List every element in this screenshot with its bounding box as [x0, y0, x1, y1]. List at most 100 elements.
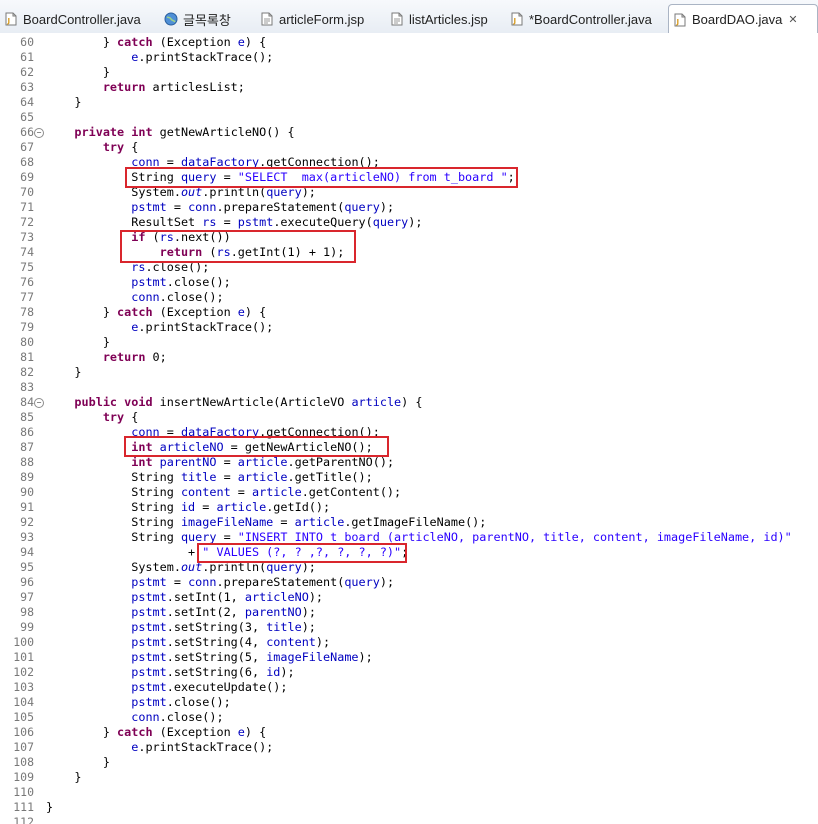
close-tab-icon[interactable]: ✕ — [788, 13, 797, 26]
code-token: try — [102, 410, 125, 424]
code-token: int — [131, 455, 153, 469]
code-line[interactable]: 88 int parentNO = article.getParentNO(); — [0, 455, 818, 470]
code-text: String content = article.getContent(); — [46, 485, 401, 500]
code-token: ) { — [401, 395, 423, 409]
code-line[interactable]: 64 } — [0, 95, 818, 110]
line-number: 75 — [20, 260, 34, 274]
code-line[interactable]: 80 } — [0, 335, 818, 350]
code-line[interactable]: 95 System.out.println(query); — [0, 560, 818, 575]
code-line[interactable]: 108 } — [0, 755, 818, 770]
code-line[interactable]: 62 } — [0, 65, 818, 80]
code-token: e — [237, 725, 245, 739]
code-line[interactable]: 61 e.printStackTrace(); — [0, 50, 818, 65]
tab-board-controller[interactable]: J BoardController.java — [0, 5, 152, 33]
code-token: = — [216, 215, 238, 229]
code-text: rs.close(); — [46, 260, 209, 275]
tab-list-articles[interactable]: listArticles.jsp — [386, 5, 504, 33]
code-token: .executeQuery( — [273, 215, 373, 229]
code-line[interactable]: 73 if (rs.next()) — [0, 230, 818, 245]
code-line[interactable]: 109 } — [0, 770, 818, 785]
code-token: ); — [358, 650, 373, 664]
code-line[interactable]: 91 String id = article.getId(); — [0, 500, 818, 515]
code-line[interactable]: 92 String imageFileName = article.getIma… — [0, 515, 818, 530]
fold-collapse-icon[interactable]: − — [34, 398, 44, 408]
code-editor[interactable]: 60 } catch (Exception e) {61 e.printStac… — [0, 33, 818, 824]
code-line[interactable]: 101 pstmt.setString(5, imageFileName); — [0, 650, 818, 665]
code-line[interactable]: 69 String query = "SELECT max(articleNO)… — [0, 170, 818, 185]
code-line[interactable]: 89 String title = article.getTitle(); — [0, 470, 818, 485]
code-line[interactable]: 79 e.printStackTrace(); — [0, 320, 818, 335]
code-text: } — [46, 95, 81, 110]
code-token: .getInt(1) + 1); — [230, 245, 345, 259]
code-line[interactable]: 99 pstmt.setString(3, title); — [0, 620, 818, 635]
code-line[interactable]: 83 — [0, 380, 818, 395]
code-line[interactable]: 103 pstmt.executeUpdate(); — [0, 680, 818, 695]
code-line[interactable]: 112 — [0, 815, 818, 824]
code-line[interactable]: 84− public void insertNewArticle(Article… — [0, 395, 818, 410]
code-line[interactable]: 74 return (rs.getInt(1) + 1); — [0, 245, 818, 260]
code-token: articleNO — [244, 590, 309, 604]
code-line[interactable]: 67 try { — [0, 140, 818, 155]
code-line[interactable]: 86 conn = dataFactory.getConnection(); — [0, 425, 818, 440]
tab-label: BoardController.java — [23, 11, 141, 27]
code-token: ; — [401, 545, 409, 559]
code-text: } catch (Exception e) { — [46, 725, 266, 740]
code-line[interactable]: 72 ResultSet rs = pstmt.executeQuery(que… — [0, 215, 818, 230]
code-token: rs — [131, 260, 146, 274]
code-line[interactable]: 90 String content = article.getContent()… — [0, 485, 818, 500]
tab-board-controller-modified[interactable]: J *BoardController.java — [506, 5, 666, 33]
code-line[interactable]: 81 return 0; — [0, 350, 818, 365]
code-line[interactable]: 63 return articlesList; — [0, 80, 818, 95]
code-line[interactable]: 87 int articleNO = getNewArticleNO(); — [0, 440, 818, 455]
code-line[interactable]: 93 String query = "INSERT INTO t_board (… — [0, 530, 818, 545]
code-line[interactable]: 70 System.out.println(query); — [0, 185, 818, 200]
code-token: { — [124, 140, 139, 154]
code-text: pstmt.setString(3, title); — [46, 620, 316, 635]
code-token: article — [251, 485, 302, 499]
code-line[interactable]: 65 — [0, 110, 818, 125]
svg-text:J: J — [676, 18, 680, 26]
code-token: query — [266, 185, 302, 199]
code-line[interactable]: 76 pstmt.close(); — [0, 275, 818, 290]
code-line[interactable]: 102 pstmt.setString(6, id); — [0, 665, 818, 680]
code-line[interactable]: 75 rs.close(); — [0, 260, 818, 275]
code-line[interactable]: 111} — [0, 800, 818, 815]
code-text: } catch (Exception e) { — [46, 35, 266, 50]
line-number: 91 — [20, 500, 34, 514]
code-line[interactable]: 104 pstmt.close(); — [0, 695, 818, 710]
line-number: 104 — [13, 695, 34, 709]
code-line[interactable]: 82 } — [0, 365, 818, 380]
code-token: ) { — [244, 35, 267, 49]
tab-browser-list[interactable]: 글목록창 — [160, 5, 248, 33]
code-line[interactable]: 98 pstmt.setInt(2, parentNO); — [0, 605, 818, 620]
code-line[interactable]: 100 pstmt.setString(4, content); — [0, 635, 818, 650]
tab-article-form[interactable]: articleForm.jsp — [256, 5, 384, 33]
code-token: id — [266, 665, 281, 679]
code-line[interactable]: 110 — [0, 785, 818, 800]
code-text: pstmt.close(); — [46, 275, 230, 290]
code-line[interactable]: 105 conn.close(); — [0, 710, 818, 725]
fold-collapse-icon[interactable]: − — [34, 128, 44, 138]
tab-board-dao[interactable]: J BoardDAO.java ✕ — [668, 4, 818, 34]
code-text: e.printStackTrace(); — [46, 50, 273, 65]
code-token: String — [46, 530, 181, 544]
java-file-icon: J — [5, 12, 17, 26]
code-line[interactable]: 60 } catch (Exception e) { — [0, 35, 818, 50]
code-line[interactable]: 78 } catch (Exception e) { — [0, 305, 818, 320]
code-token: .close(); — [159, 290, 224, 304]
code-line[interactable]: 97 pstmt.setInt(1, articleNO); — [0, 590, 818, 605]
code-line[interactable]: 96 pstmt = conn.prepareStatement(query); — [0, 575, 818, 590]
code-line[interactable]: 77 conn.close(); — [0, 290, 818, 305]
code-line[interactable]: 71 pstmt = conn.prepareStatement(query); — [0, 200, 818, 215]
code-text: if (rs.next()) — [46, 230, 230, 245]
code-token: } — [46, 755, 110, 769]
code-line[interactable]: 68 conn = dataFactory.getConnection(); — [0, 155, 818, 170]
code-line[interactable]: 107 e.printStackTrace(); — [0, 740, 818, 755]
code-line[interactable]: 106 } catch (Exception e) { — [0, 725, 818, 740]
code-line[interactable]: 66− private int getNewArticleNO() { — [0, 125, 818, 140]
code-line[interactable]: 94 + " VALUES (?, ? ,?, ?, ?, ?)"; — [0, 545, 818, 560]
code-token: String — [46, 485, 181, 499]
code-line[interactable]: 85 try { — [0, 410, 818, 425]
